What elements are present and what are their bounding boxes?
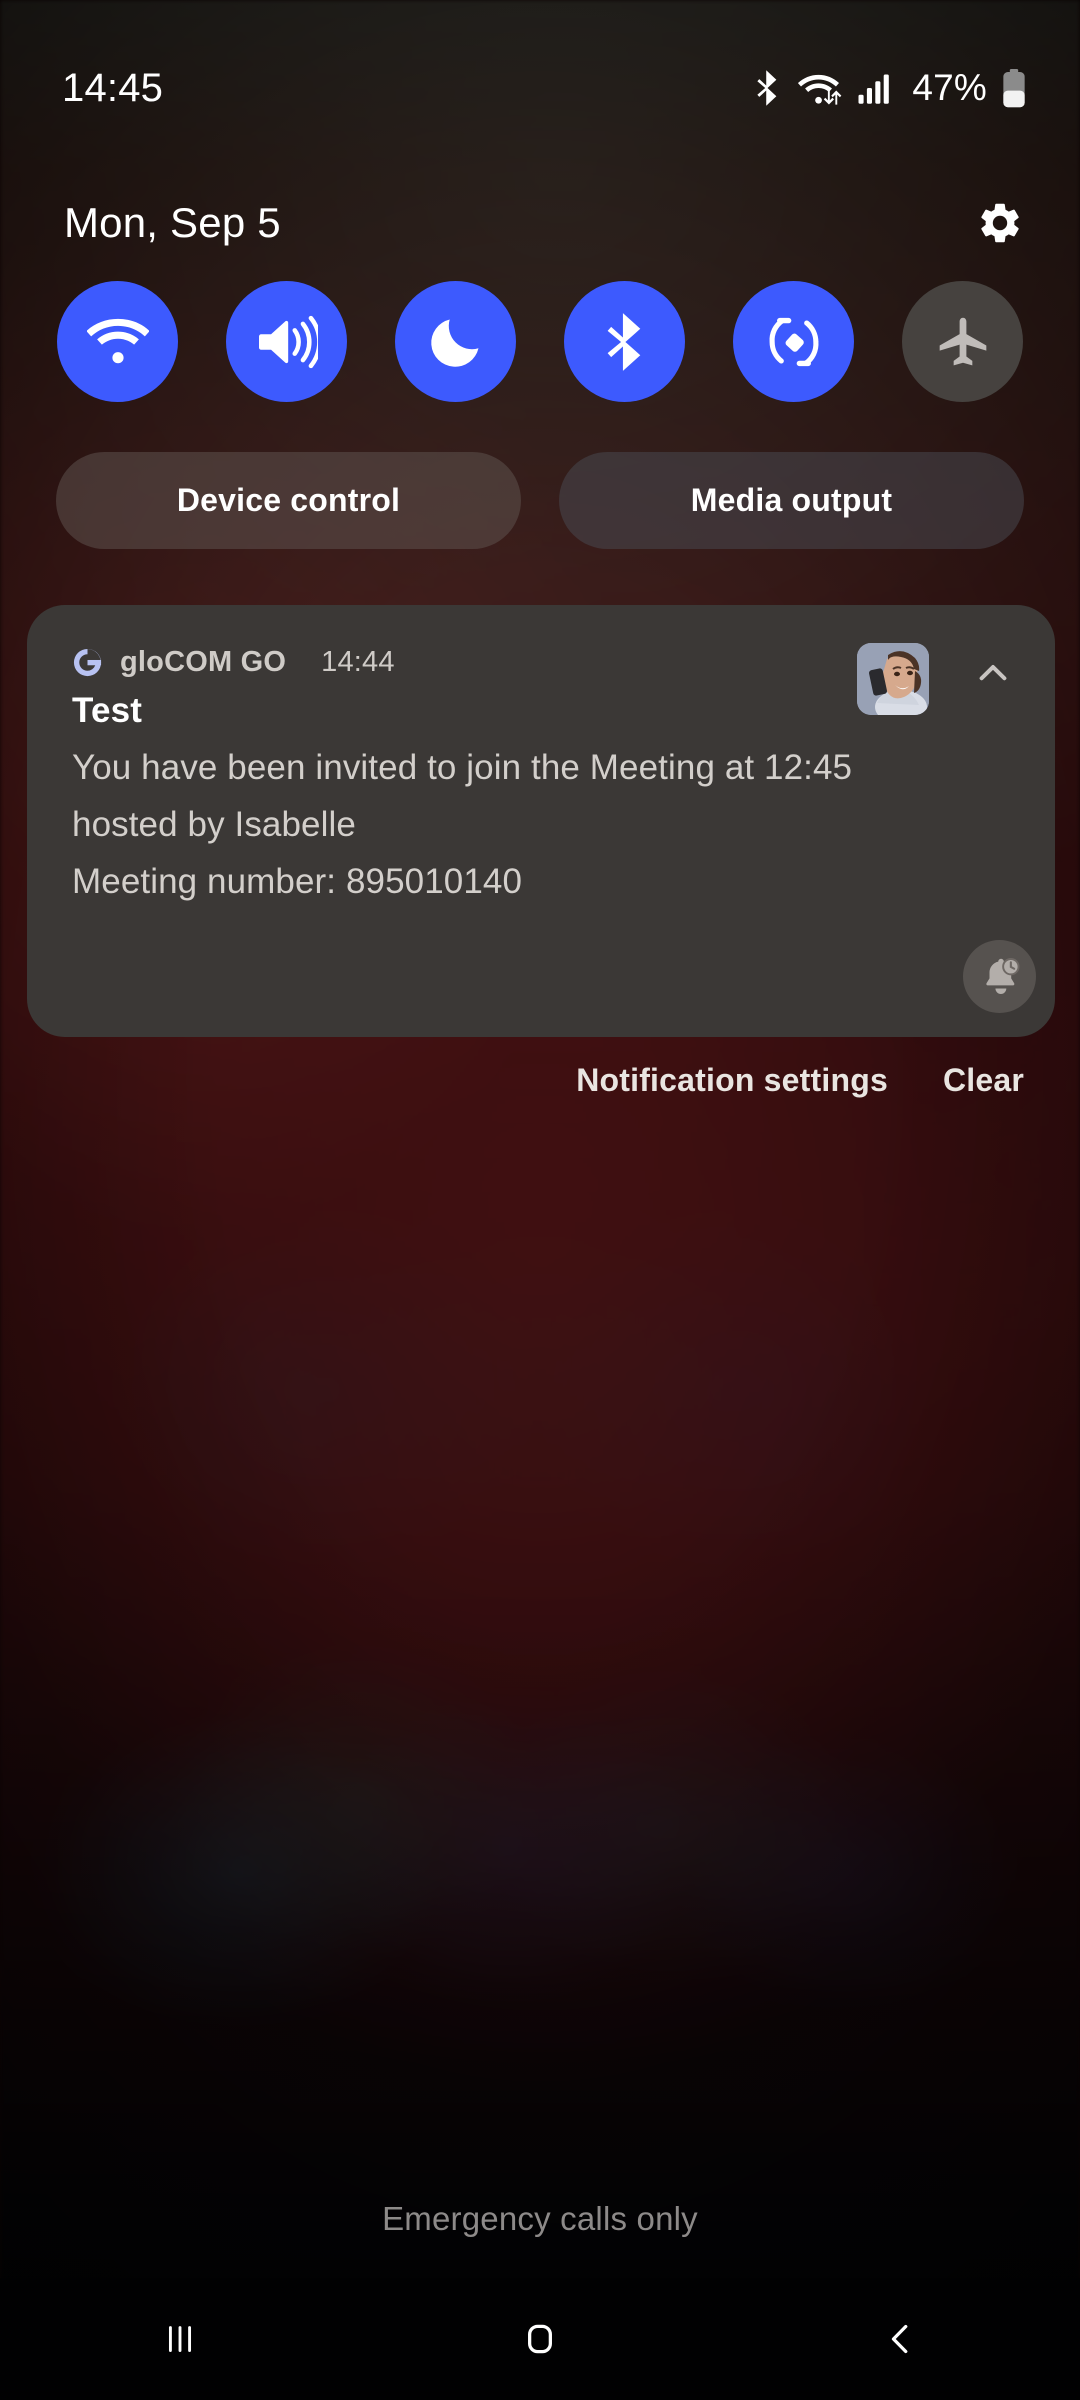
status-bar-clock: 14:45: [62, 65, 164, 110]
home-icon[interactable]: [460, 2278, 620, 2400]
quick-settings-row: [0, 281, 1080, 402]
glocom-g-icon: [72, 647, 103, 678]
shortcut-row: Device control Media output: [0, 452, 1080, 549]
shade-header: Mon, Sep 5: [0, 178, 1080, 268]
contact-photo-avatar: [857, 643, 929, 715]
gear-icon[interactable]: [976, 199, 1024, 247]
quick-toggle-bluetooth[interactable]: [564, 281, 685, 402]
carrier-status-label: Emergency calls only: [382, 2200, 698, 2237]
date-label: Mon, Sep 5: [64, 199, 281, 246]
bluetooth-icon: [752, 69, 783, 107]
chevron-up-icon[interactable]: [968, 648, 1018, 698]
battery-percent-label: 47%: [912, 67, 987, 108]
notification-app-name: gloCOM GO: [120, 646, 287, 678]
bell-clock-icon[interactable]: [963, 940, 1036, 1013]
phone-screen: 14:45 47% Mon, Sep 5 Device control Medi…: [0, 0, 1080, 2400]
media-output-button[interactable]: Media output: [559, 452, 1024, 549]
back-icon[interactable]: [820, 2278, 980, 2400]
recents-icon[interactable]: [100, 2278, 260, 2400]
notification-body-line: You have been invited to join the Meetin…: [72, 748, 853, 787]
quick-toggle-sound[interactable]: [226, 281, 347, 402]
device-control-button[interactable]: Device control: [56, 452, 521, 549]
battery-icon: [1002, 68, 1026, 108]
quick-toggle-wifi[interactable]: [57, 281, 178, 402]
quick-toggle-airplane[interactable]: [902, 281, 1023, 402]
notification-body-line: hosted by Isabelle: [72, 805, 356, 844]
notification-body: You have been invited to join the Meetin…: [27, 739, 1055, 910]
quick-toggle-auto-rotate[interactable]: [733, 281, 854, 402]
navigation-bar: [0, 2278, 1080, 2400]
clear-button[interactable]: Clear: [943, 1062, 1024, 1099]
status-bar: 14:45 47%: [0, 0, 1080, 150]
status-bar-icons: 47%: [752, 67, 1026, 109]
notification-actions: Notification settings Clear: [0, 1062, 1080, 1099]
wifi-icon: [798, 69, 842, 107]
signal-icon: [857, 70, 893, 106]
quick-toggle-dark-mode[interactable]: [395, 281, 516, 402]
notification-body-line: Meeting number: 895010140: [72, 862, 523, 901]
notification-settings-button[interactable]: Notification settings: [576, 1062, 888, 1099]
notification-timestamp: 14:44: [321, 646, 395, 678]
